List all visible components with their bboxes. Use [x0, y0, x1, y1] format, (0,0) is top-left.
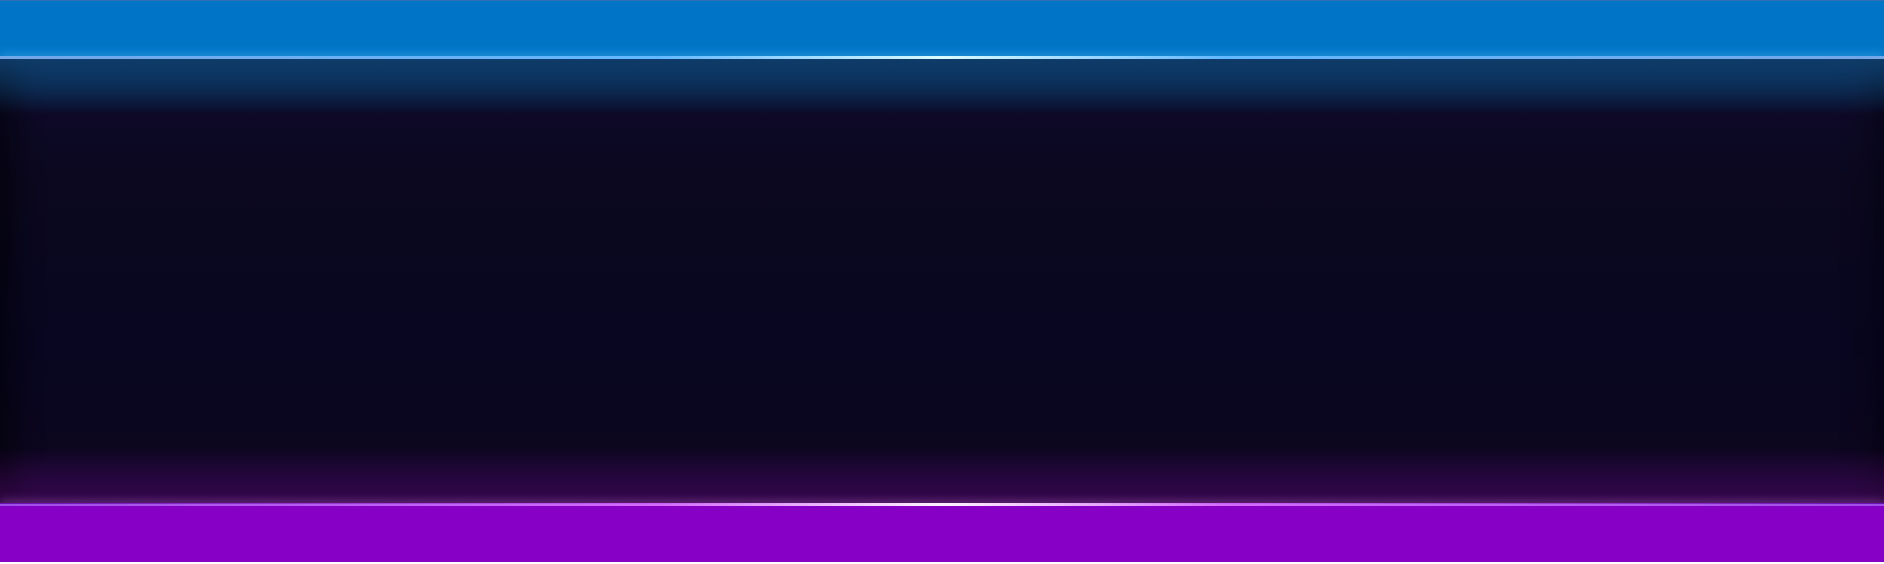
- panel-bottom-glow: [0, 449, 1884, 504]
- top-bar: [0, 0, 1884, 56]
- screen-frame: [0, 0, 1884, 564]
- dark-content-panel: [0, 59, 1884, 504]
- panel-top-glow: [0, 59, 1884, 114]
- bottom-bar: [0, 506, 1884, 562]
